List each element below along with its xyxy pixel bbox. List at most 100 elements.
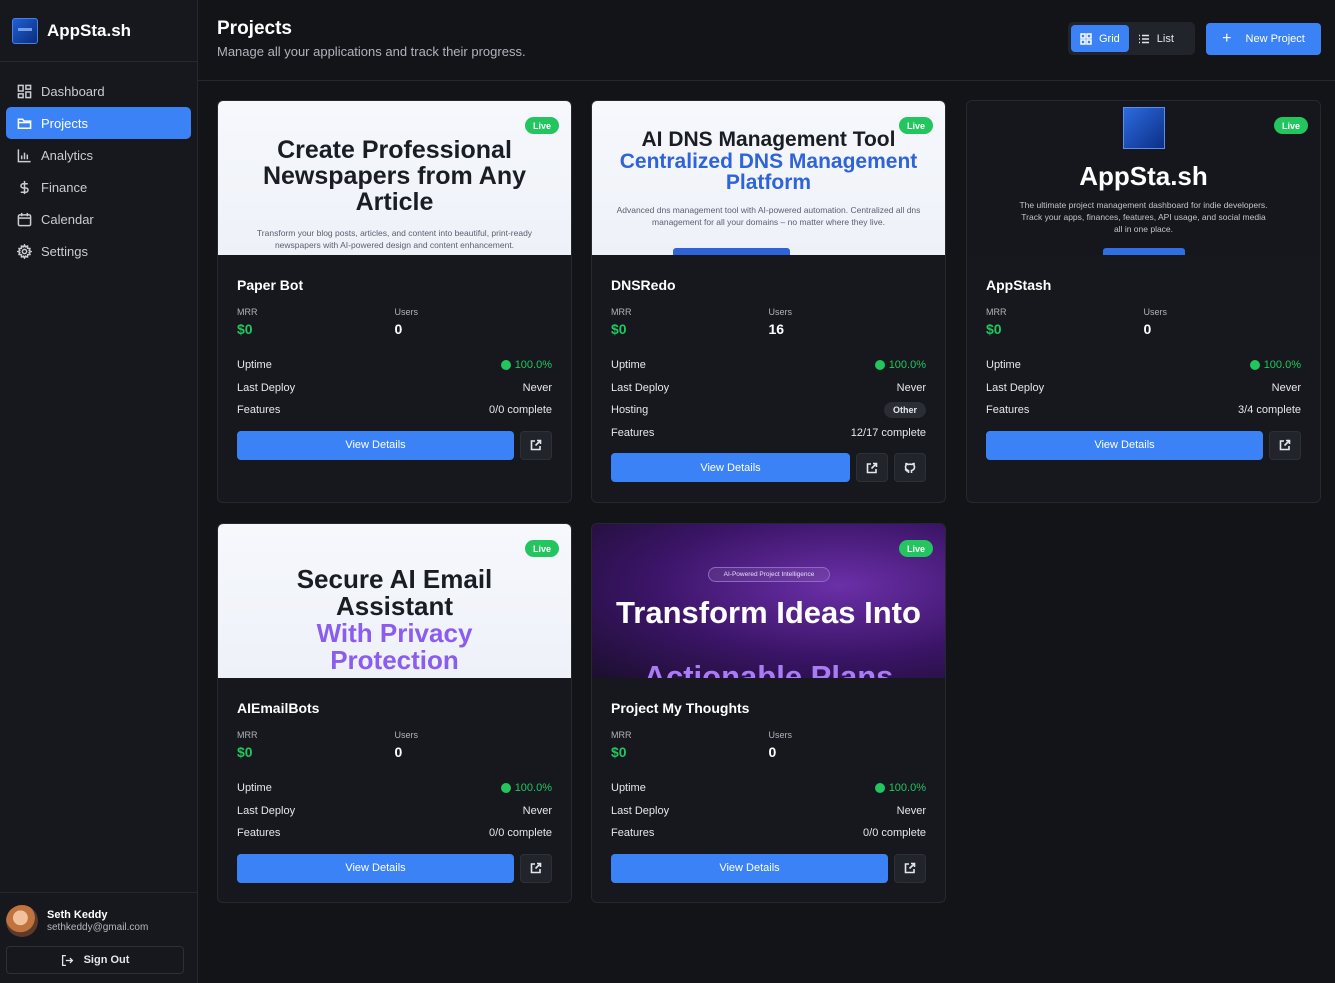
uptime-value: 100.0% bbox=[514, 782, 552, 795]
folder-icon bbox=[16, 115, 32, 131]
thumbnail-subheading: Actionable Plans bbox=[643, 659, 894, 678]
brand[interactable]: AppSta.sh bbox=[0, 0, 197, 62]
list-view-button[interactable]: List bbox=[1129, 25, 1183, 52]
external-link-button[interactable] bbox=[894, 853, 926, 883]
sidebar-item-calendar[interactable]: Calendar bbox=[6, 203, 191, 235]
project-thumbnail[interactable]: AppSta.sh The ultimate project managemen… bbox=[967, 101, 1320, 255]
sidebar-item-label: Dashboard bbox=[41, 83, 105, 99]
last-deploy-value: Never bbox=[896, 381, 926, 394]
view-details-button[interactable]: View Details bbox=[237, 853, 514, 883]
last-deploy-value: Never bbox=[522, 804, 552, 817]
uptime-label: Uptime bbox=[237, 782, 272, 795]
mrr-label: MRR bbox=[986, 307, 1007, 317]
users-value: 0 bbox=[394, 321, 403, 337]
users-label: Users bbox=[394, 307, 419, 317]
sidebar-item-projects[interactable]: Projects bbox=[6, 107, 191, 139]
project-thumbnail[interactable]: Create Professional Newspapers from Any … bbox=[218, 101, 571, 255]
features-value: 0/0 complete bbox=[863, 827, 926, 840]
grid-view-button[interactable]: Grid bbox=[1071, 25, 1129, 52]
features-label: Features bbox=[237, 827, 281, 840]
live-badge: Live bbox=[1273, 117, 1308, 134]
project-card: AI-Powered Project Intelligence Transfor… bbox=[591, 523, 946, 903]
thumbnail-heading: AI DNS Management Tool bbox=[641, 128, 896, 151]
gear-icon bbox=[16, 243, 32, 259]
sign-out-icon bbox=[61, 954, 73, 966]
project-card: Create Professional Newspapers from Any … bbox=[217, 100, 572, 503]
last-deploy-label: Last Deploy bbox=[237, 804, 296, 817]
features-label: Features bbox=[237, 404, 281, 417]
sidebar-item-label: Projects bbox=[41, 115, 88, 131]
status-dot-icon bbox=[500, 783, 511, 794]
new-project-button[interactable]: + New Project bbox=[1206, 23, 1321, 55]
thumbnail-heading: Secure AI Email Assistant bbox=[296, 564, 493, 621]
sidebar-item-dashboard[interactable]: Dashboard bbox=[6, 75, 191, 107]
users-value: 0 bbox=[1143, 321, 1152, 337]
grid-view-label: Grid bbox=[1099, 32, 1120, 45]
mrr-value: $0 bbox=[237, 321, 253, 337]
sidebar-item-analytics[interactable]: Analytics bbox=[6, 139, 191, 171]
features-label: Features bbox=[611, 827, 655, 840]
last-deploy-label: Last Deploy bbox=[237, 381, 296, 394]
sign-out-button[interactable]: Sign Out bbox=[6, 946, 184, 974]
features-value: 0/0 complete bbox=[489, 827, 552, 840]
new-project-label: New Project bbox=[1245, 33, 1305, 45]
dollar-icon bbox=[16, 179, 32, 195]
page-title: Projects bbox=[217, 18, 292, 39]
thumbnail-badge: AI-Powered Project Intelligence bbox=[708, 567, 830, 582]
external-link-button[interactable] bbox=[1269, 430, 1301, 460]
sidebar-item-finance[interactable]: Finance bbox=[6, 171, 191, 203]
user-profile[interactable]: Seth Keddy sethkeddy@gmail.com bbox=[6, 905, 191, 937]
users-label: Users bbox=[394, 730, 419, 740]
thumbnail-subheading: With Privacy Protection bbox=[316, 618, 473, 675]
list-icon bbox=[1138, 34, 1149, 43]
sidebar-item-label: Analytics bbox=[41, 147, 94, 163]
thumbnail-button-shape bbox=[1103, 248, 1185, 255]
uptime-label: Uptime bbox=[611, 782, 646, 795]
view-details-button[interactable]: View Details bbox=[237, 430, 514, 460]
features-label: Features bbox=[611, 426, 655, 439]
uptime-value: 100.0% bbox=[888, 782, 926, 795]
sidebar: AppSta.sh Dashboard Projects Analytics F… bbox=[0, 0, 198, 983]
users-value: 16 bbox=[768, 321, 785, 337]
project-thumbnail[interactable]: Secure AI Email Assistant With Privacy P… bbox=[218, 524, 571, 678]
external-link-icon bbox=[530, 439, 542, 451]
view-details-button[interactable]: View Details bbox=[611, 853, 888, 883]
users-label: Users bbox=[768, 307, 793, 317]
thumbnail-text: Transform your blog posts, articles, and… bbox=[256, 228, 533, 250]
uptime-value: 100.0% bbox=[888, 359, 926, 372]
status-dot-icon bbox=[1249, 360, 1260, 371]
features-value: 12/17 complete bbox=[850, 426, 926, 439]
last-deploy-value: Never bbox=[896, 804, 926, 817]
external-link-icon bbox=[1279, 439, 1291, 451]
uptime-value: 100.0% bbox=[514, 359, 552, 372]
github-button[interactable] bbox=[894, 453, 926, 482]
features-value: 0/0 complete bbox=[489, 404, 552, 417]
user-email: sethkeddy@gmail.com bbox=[47, 922, 149, 933]
list-view-label: List bbox=[1156, 32, 1174, 45]
project-thumbnail[interactable]: AI DNS Management Tool Centralized DNS M… bbox=[592, 101, 945, 255]
user-name: Seth Keddy bbox=[47, 909, 108, 921]
status-dot-icon bbox=[874, 360, 885, 371]
uptime-label: Uptime bbox=[986, 359, 1021, 372]
last-deploy-label: Last Deploy bbox=[611, 804, 670, 817]
view-details-button[interactable]: View Details bbox=[986, 430, 1263, 460]
sidebar-item-label: Finance bbox=[41, 179, 88, 195]
github-icon bbox=[904, 462, 916, 473]
project-name: DNSRedo bbox=[611, 277, 676, 293]
live-badge: Live bbox=[524, 117, 559, 134]
view-details-button[interactable]: View Details bbox=[611, 453, 850, 482]
external-link-button[interactable] bbox=[520, 853, 552, 883]
sidebar-item-label: Settings bbox=[41, 243, 88, 259]
users-label: Users bbox=[1143, 307, 1168, 317]
page-header: Projects Manage all your applications an… bbox=[198, 0, 1335, 81]
external-link-icon bbox=[866, 462, 878, 473]
thumbnail-text: Advanced dns management tool with AI-pow… bbox=[616, 205, 921, 227]
sidebar-item-settings[interactable]: Settings bbox=[6, 235, 191, 267]
page-subtitle: Manage all your applications and track t… bbox=[217, 44, 526, 59]
external-link-button[interactable] bbox=[856, 453, 888, 482]
mrr-value: $0 bbox=[986, 321, 1002, 337]
project-name: AIEmailBots bbox=[237, 700, 320, 716]
project-thumbnail[interactable]: AI-Powered Project Intelligence Transfor… bbox=[592, 524, 945, 678]
external-link-button[interactable] bbox=[520, 430, 552, 460]
thumbnail-heading: Create Professional Newspapers from Any … bbox=[262, 136, 527, 216]
